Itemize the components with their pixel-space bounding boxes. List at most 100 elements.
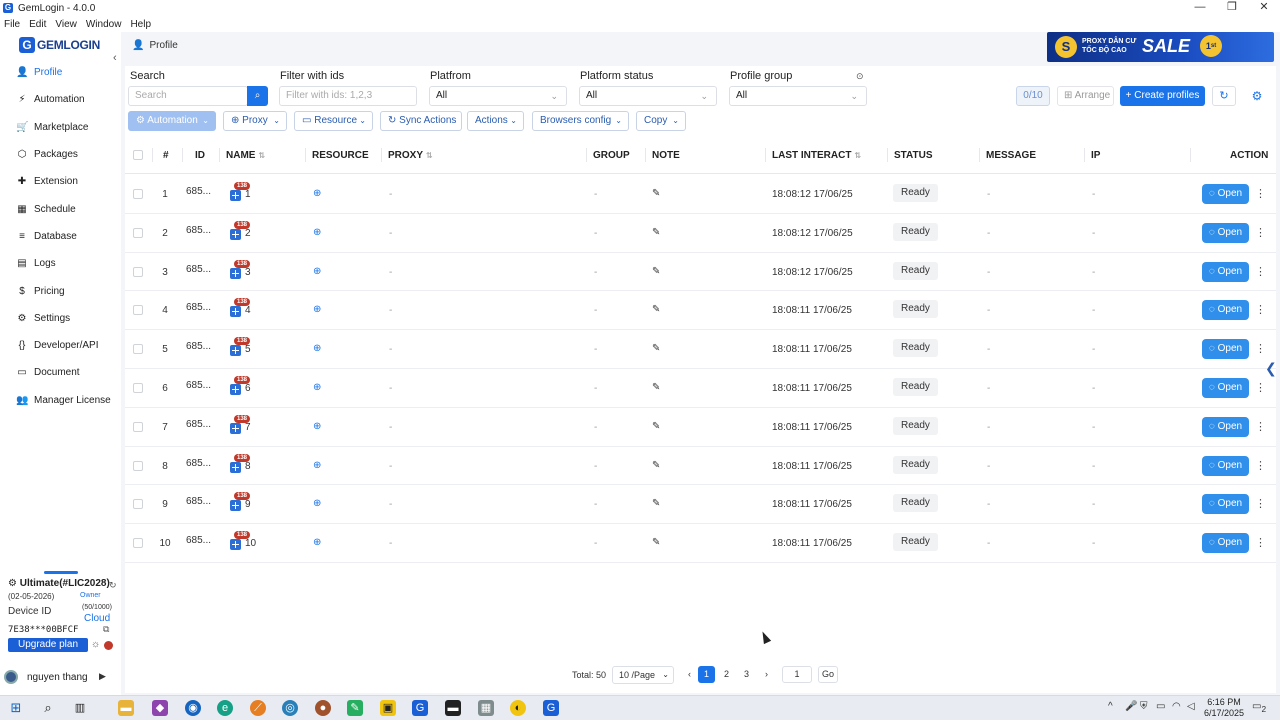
- row-name[interactable]: 7: [245, 422, 251, 433]
- row-id[interactable]: 685...: [186, 264, 211, 275]
- resource-icon[interactable]: ⊕: [313, 343, 321, 354]
- app-icon-12[interactable]: ▦: [478, 700, 494, 716]
- col-proxy[interactable]: PROXY ⇅: [388, 150, 433, 161]
- open-button[interactable]: ◌ Open: [1202, 261, 1249, 282]
- col-name[interactable]: NAME ⇅: [226, 150, 265, 161]
- row-id[interactable]: 685...: [186, 302, 211, 313]
- wifi-icon[interactable]: ◠: [1172, 701, 1181, 712]
- resource-button[interactable]: ▭ Resource ⌄: [294, 111, 373, 131]
- open-button[interactable]: ◌ Open: [1202, 339, 1249, 360]
- row-name[interactable]: 5: [245, 344, 251, 355]
- more-options-icon[interactable]: ⋮: [1255, 536, 1266, 549]
- windows-start-icon[interactable]: ⊞: [8, 700, 24, 716]
- app-icon-3[interactable]: ◉: [185, 700, 201, 716]
- sidebar-item-manager-license[interactable]: 👥 Manager License: [0, 387, 121, 414]
- actions-button[interactable]: Actions ⌄: [467, 111, 524, 131]
- more-options-icon[interactable]: ⋮: [1255, 187, 1266, 200]
- theme-toggle-icon[interactable]: ☼: [91, 639, 100, 650]
- menu-view[interactable]: View: [55, 19, 77, 30]
- page-3[interactable]: 3: [738, 666, 755, 683]
- next-page-button[interactable]: ›: [758, 666, 775, 683]
- col-last-interact[interactable]: LAST INTERACT ⇅: [772, 150, 861, 161]
- search-icon[interactable]: ⌕: [247, 86, 268, 106]
- language-flag-icon[interactable]: [104, 641, 113, 650]
- row-name[interactable]: 4: [245, 305, 251, 316]
- search-input[interactable]: Search: [128, 86, 248, 106]
- refresh-plan-icon[interactable]: ↻: [109, 580, 117, 591]
- table-row[interactable]: 3 685... 138 3 ⊕ - - ✎ 18:08:12 17/06/25…: [125, 253, 1276, 292]
- prev-page-button[interactable]: ‹: [681, 666, 698, 683]
- edit-note-icon[interactable]: ✎: [652, 382, 660, 393]
- page-size-select[interactable]: 10 /Page ⌄: [612, 666, 674, 684]
- info-icon[interactable]: ⊙: [856, 71, 864, 82]
- edit-note-icon[interactable]: ✎: [652, 304, 660, 315]
- profile-group-select[interactable]: All ⌄: [729, 86, 867, 106]
- row-id[interactable]: 685...: [186, 341, 211, 352]
- page-1[interactable]: 1: [698, 666, 715, 683]
- resource-icon[interactable]: ⊕: [313, 304, 321, 315]
- row-checkbox[interactable]: [133, 499, 143, 510]
- app-icon-8[interactable]: ✎: [347, 700, 363, 716]
- row-checkbox[interactable]: [133, 421, 143, 432]
- more-options-icon[interactable]: ⋮: [1255, 265, 1266, 278]
- row-checkbox[interactable]: [133, 189, 143, 199]
- sidebar-item-marketplace[interactable]: 🛒 Marketplace: [0, 114, 121, 141]
- sidebar-item-extension[interactable]: ✚ Extension: [0, 168, 121, 195]
- search-icon[interactable]: ⌕: [40, 700, 56, 716]
- maximize-button[interactable]: ❐: [1216, 0, 1248, 14]
- row-checkbox[interactable]: [133, 344, 143, 355]
- table-row[interactable]: 6 685... 138 6 ⊕ - - ✎ 18:08:11 17/06/25…: [125, 369, 1276, 408]
- edit-note-icon[interactable]: ✎: [652, 188, 660, 199]
- notification-icon[interactable]: ▭2: [1252, 701, 1266, 714]
- filter-ids-input[interactable]: Filter with ids: 1,2,3: [279, 86, 417, 106]
- mic-icon[interactable]: 🎤: [1125, 701, 1137, 712]
- platform-select[interactable]: All ⌄: [429, 86, 567, 106]
- resource-icon[interactable]: ⊕: [313, 498, 321, 509]
- gemlogin-taskbar-icon-2[interactable]: G: [543, 700, 559, 716]
- menu-file[interactable]: File: [4, 19, 20, 30]
- select-all-checkbox[interactable]: [133, 150, 143, 160]
- edit-note-icon[interactable]: ✎: [652, 343, 660, 354]
- edit-note-icon[interactable]: ✎: [652, 421, 660, 432]
- copy-icon[interactable]: ⧉: [103, 624, 109, 635]
- row-checkbox[interactable]: [133, 460, 143, 471]
- open-button[interactable]: ◌ Open: [1202, 455, 1249, 476]
- automation-button[interactable]: ⚙ Automation ⌄: [128, 111, 216, 131]
- table-row[interactable]: 10 685... 138 10 ⊕ - - ✎ 18:08:11 17/06/…: [125, 524, 1276, 563]
- sync-actions-button[interactable]: ↻ Sync Actions: [380, 111, 462, 131]
- row-name[interactable]: 10: [245, 538, 256, 549]
- more-options-icon[interactable]: ⋮: [1255, 342, 1266, 355]
- expand-panel-icon[interactable]: ❮: [1265, 360, 1280, 390]
- row-checkbox[interactable]: [133, 383, 143, 393]
- file-explorer-icon[interactable]: ▬: [118, 700, 134, 716]
- copy-button[interactable]: Copy ⌄: [636, 111, 686, 131]
- row-checkbox[interactable]: [133, 538, 143, 549]
- more-options-icon[interactable]: ⋮: [1255, 420, 1266, 433]
- table-row[interactable]: 9 685... 138 9 ⊕ - - ✎ 18:08:11 17/06/25…: [125, 485, 1276, 525]
- resource-icon[interactable]: ⊕: [313, 188, 321, 199]
- row-id[interactable]: 685...: [186, 225, 211, 236]
- minimize-button[interactable]: —: [1184, 0, 1216, 14]
- row-name[interactable]: 6: [245, 383, 251, 394]
- shield-icon[interactable]: ⛨: [1140, 701, 1148, 712]
- row-checkbox[interactable]: [133, 266, 143, 277]
- row-id[interactable]: 685...: [186, 458, 211, 469]
- row-name[interactable]: 2: [245, 228, 251, 239]
- sidebar-item-packages[interactable]: ⬡ Packages: [0, 141, 121, 168]
- sidebar-item-schedule[interactable]: ▦ Schedule: [0, 195, 121, 222]
- sidebar-item-pricing[interactable]: $ Pricing: [0, 277, 121, 304]
- terminal-icon[interactable]: ▬: [445, 700, 461, 716]
- app-icon-13[interactable]: ◐: [510, 700, 526, 716]
- open-button[interactable]: ◌ Open: [1202, 533, 1249, 554]
- sidebar-item-developer-api[interactable]: {} Developer/API: [0, 332, 121, 359]
- more-options-icon[interactable]: ⋮: [1255, 226, 1266, 239]
- row-name[interactable]: 8: [245, 461, 251, 472]
- table-row[interactable]: 7 685... 138 7 ⊕ - - ✎ 18:08:11 17/06/25…: [125, 408, 1276, 447]
- resource-icon[interactable]: ⊕: [313, 421, 321, 432]
- row-checkbox[interactable]: [133, 227, 143, 238]
- row-id[interactable]: 685...: [186, 496, 211, 507]
- page-2[interactable]: 2: [718, 666, 735, 683]
- open-button[interactable]: ◌ Open: [1202, 378, 1249, 398]
- resource-icon[interactable]: ⊕: [313, 537, 321, 548]
- table-row[interactable]: 1 685... 138 1 ⊕ - - ✎ 18:08:12 17/06/25…: [125, 175, 1276, 214]
